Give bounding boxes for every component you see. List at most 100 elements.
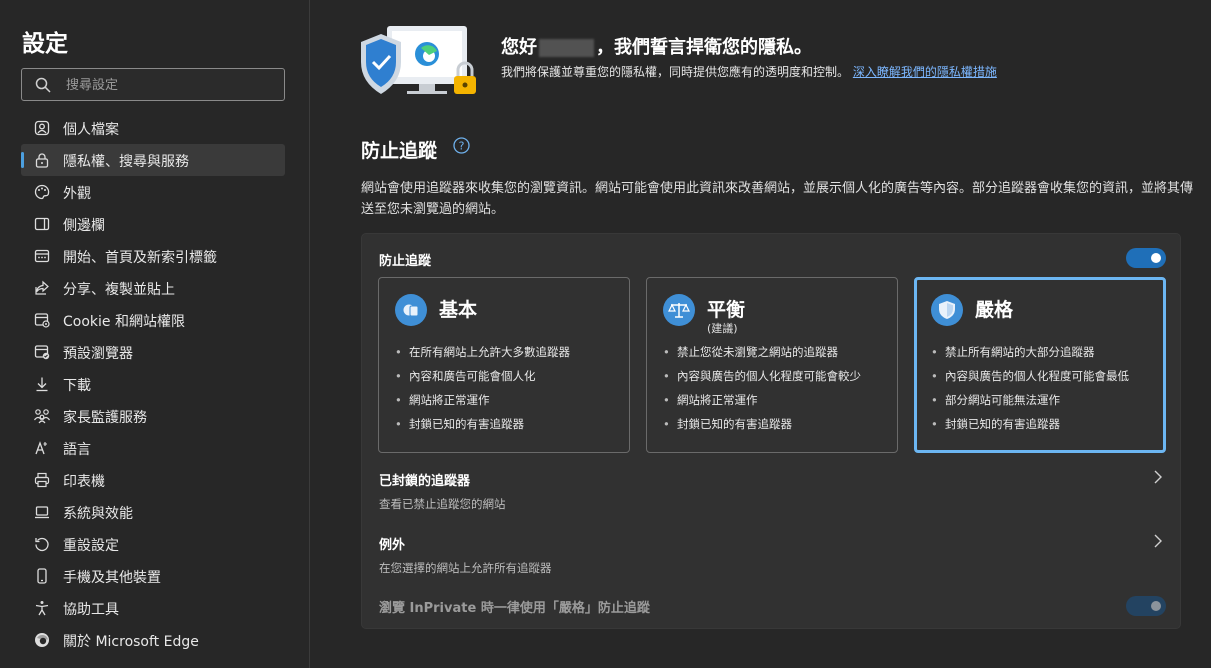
chevron-right-icon[interactable] [1152,533,1164,549]
settings-sidebar: 設定 個人檔案隱私權、搜尋與服務外觀側邊欄開始、首頁及新索引標籤分享、複製並貼上… [0,0,310,668]
sidebar-item-label: 分享、複製並貼上 [63,282,175,298]
sidebar-item[interactable]: 重設設定 [21,528,285,560]
toggle-knob [1151,253,1161,263]
sidebar-item-label: 隱私權、搜尋與服務 [63,154,189,170]
tracking-level-bullet: • 部分網站可能無法運作 [931,393,1060,407]
tracking-level-bullet: • 封鎖已知的有害追蹤器 [931,417,1060,431]
bullet-text: 部分網站可能無法運作 [945,393,1060,407]
tracking-level-bullet: • 封鎖已知的有害追蹤器 [663,417,792,431]
tracking-level-bullet: • 封鎖已知的有害追蹤器 [395,417,524,431]
sidebar-item-label: 印表機 [63,474,105,490]
printer-icon [33,472,51,488]
sidebar-item-label: 個人檔案 [63,122,119,138]
bullet-text: 網站將正常運作 [677,393,758,407]
sidebar-item-label: 開始、首頁及新索引標籤 [63,250,217,266]
tracking-level-bullet: • 禁止您從未瀏覽之網站的追蹤器 [663,345,838,359]
edge-logo-icon [33,632,51,648]
help-icon[interactable]: ? [453,137,470,154]
tracking-level-bullet: • 內容與廣告的個人化程度可能會較少 [663,369,861,383]
sidebar-item[interactable]: Cookie 和網站權限 [21,304,285,336]
sidebar-item-label: 手機及其他裝置 [63,570,161,586]
sidebar-item[interactable]: 系統與效能 [21,496,285,528]
sidebar-item-label: 側邊欄 [63,218,105,234]
tracking-level-bullet: • 網站將正常運作 [395,393,490,407]
sidebar-item[interactable]: 個人檔案 [21,112,285,144]
tracking-level-bullet: • 內容與廣告的個人化程度可能會最低 [931,369,1129,383]
sidebar-item-label: 語言 [63,442,91,458]
bullet-text: 禁止您從未瀏覽之網站的追蹤器 [677,345,838,359]
blocked-trackers-title[interactable]: 已封鎖的追蹤器 [379,470,470,489]
tracking-level-bullet: • 網站將正常運作 [663,393,758,407]
search-input[interactable] [66,75,276,95]
sidebar-panel-icon [33,216,51,232]
home-tabs-icon [33,248,51,264]
accessibility-icon [33,600,51,616]
tracking-prevention-card: 防止追蹤 基本 • 在所有網站上允許大多數追蹤器 • 內容和廣告可能會個人化 • 網站將正常… [361,233,1181,629]
bullet-text: 內容與廣告的個人化程度可能會較少 [677,369,861,383]
sidebar-item[interactable]: 側邊欄 [21,208,285,240]
tracking-level-bullets: • 禁止您從未瀏覽之網站的追蹤器 • 內容與廣告的個人化程度可能會較少 • 網站將正常運作… [663,340,861,436]
sidebar-item-label: 預設瀏覽器 [63,346,133,362]
sidebar-item[interactable]: 隱私權、搜尋與服務 [21,144,285,176]
share-icon [33,280,51,296]
sidebar-item[interactable]: 協助工具 [21,592,285,624]
sidebar-item-label: Cookie 和網站權限 [63,314,185,330]
laptop-icon [33,504,51,520]
chevron-right-icon[interactable] [1152,469,1164,485]
tracking-level-option[interactable]: 嚴格 • 禁止所有網站的大部分追蹤器 • 內容與廣告的個人化程度可能會最低 • 部分網站可能… [914,277,1166,453]
inprivate-strict-label: 瀏覽 InPrivate 時一律使用「嚴格」防止追蹤 [379,601,650,616]
sidebar-item[interactable]: 家長監護服務 [21,400,285,432]
sidebar-item[interactable]: 開始、首頁及新索引標籤 [21,240,285,272]
sidebar-item[interactable]: 關於 Microsoft Edge [21,624,285,656]
exceptions-title[interactable]: 例外 [379,534,405,553]
sidebar-item[interactable]: 預設瀏覽器 [21,336,285,368]
bullet-text: 禁止所有網站的大部分追蹤器 [945,345,1095,359]
tracking-level-option[interactable]: 基本 • 在所有網站上允許大多數追蹤器 • 內容和廣告可能會個人化 • 網站將正常運作 • 封鎖… [378,277,630,453]
privacy-description: 我們將保護並尊重您的隱私權，同時提供您應有的透明度和控制。 深入瞭解我們的隱私權… [501,62,1031,82]
sidebar-item[interactable]: 語言 [21,432,285,464]
tracking-prevention-toggle[interactable] [1126,248,1166,268]
tracking-prevention-label: 防止追蹤 [379,254,432,269]
svg-text:?: ? [459,140,465,153]
sidebar-item-label: 家長監護服務 [63,410,147,426]
blocked-trackers-subtitle: 查看已禁止追蹤您的網站 [379,497,506,511]
search-box[interactable] [21,68,285,101]
tracking-level-option[interactable]: 平衡 (建議) • 禁止您從未瀏覽之網站的追蹤器 • 內容與廣告的個人化程度可能會較少 • 網… [646,277,898,453]
tracking-level-subtitle: (建議) [707,322,738,335]
shield-icon [931,294,963,326]
sidebar-item[interactable]: 印表機 [21,464,285,496]
bullet-text: 封鎖已知的有害追蹤器 [945,417,1060,431]
palette-icon [33,184,51,200]
balance-scale-icon [663,294,695,326]
sidebar-item-label: 協助工具 [63,602,119,618]
bullet-text: 封鎖已知的有害追蹤器 [677,417,792,431]
sidebar-item[interactable]: 手機及其他裝置 [21,560,285,592]
family-icon [33,408,51,424]
greeting-text: 您好 [501,37,537,58]
tracking-level-bullet: • 禁止所有網站的大部分追蹤器 [931,345,1095,359]
sidebar-item-label: 關於 Microsoft Edge [63,634,199,650]
sidebar-item-label: 外觀 [63,186,91,202]
bullet-text: 封鎖已知的有害追蹤器 [409,417,524,431]
privacy-illustration [361,26,476,94]
privacy-description-text: 我們將保護並尊重您的隱私權，同時提供您應有的透明度和控制。 [501,65,850,79]
tracking-level-title: 基本 [439,299,478,321]
bullet-text: 在所有網站上允許大多數追蹤器 [409,345,570,359]
sidebar-item[interactable]: 分享、複製並貼上 [21,272,285,304]
privacy-heading: 您好 ，我們誓言捍衛您的隱私。 [501,33,812,59]
tracking-prevention-description: 網站會使用追蹤器來收集您的瀏覽資訊。網站可能會使用此資訊來改善網站，並展示個人化… [361,181,1194,217]
site-permissions-icon [33,312,51,328]
settings-nav: 個人檔案隱私權、搜尋與服務 外觀側邊欄開始、首頁及新索引標籤 分享、複製並貼上 Coo… [21,112,285,656]
tracking-level-bullets: • 在所有網站上允許大多數追蹤器 • 內容和廣告可能會個人化 • 網站將正常運作 • 封鎖已知… [395,340,570,436]
reset-icon [33,536,51,552]
privacy-pledge-text: ，我們誓言捍衛您的隱私。 [596,37,812,58]
sidebar-item[interactable]: 下載 [21,368,285,400]
bullet-text: 內容與廣告的個人化程度可能會最低 [945,369,1129,383]
default-browser-icon [33,344,51,360]
learn-more-link[interactable]: 深入瞭解我們的隱私權措施 [853,65,997,79]
settings-title: 設定 [22,31,68,57]
sidebar-item[interactable]: 外觀 [21,176,285,208]
download-icon [33,376,51,392]
lock-icon [33,152,51,168]
inprivate-strict-toggle[interactable] [1126,596,1166,616]
